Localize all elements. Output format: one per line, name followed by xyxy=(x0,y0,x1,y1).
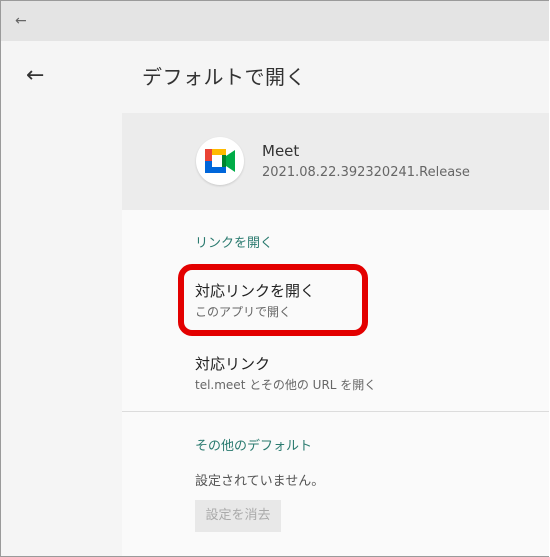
clear-defaults-button[interactable]: 設定を消去 xyxy=(195,500,281,532)
app-bar: ← デフォルトで開く xyxy=(1,41,549,113)
left-pane xyxy=(1,113,122,556)
app-name: Meet xyxy=(262,142,300,160)
supported-links-subtitle: tel.meet とその他の URL を開く xyxy=(195,378,377,392)
settings-content: リンクを開く 対応リンクを開く このアプリで開く 対応リンク tel.meet … xyxy=(122,210,549,556)
page-title: デフォルトで開く xyxy=(142,65,306,89)
section-header-other-defaults: その他のデフォルト xyxy=(195,439,313,454)
divider xyxy=(122,411,549,412)
google-meet-icon xyxy=(196,137,244,185)
app-header-card: Meet 2021.08.22.392320241.Release xyxy=(122,113,549,210)
highlight-annotation xyxy=(178,264,368,336)
section-header-open-links: リンクを開く xyxy=(195,236,274,251)
back-arrow-icon[interactable]: ← xyxy=(26,63,44,89)
arrow-left-icon[interactable]: ← xyxy=(15,12,27,30)
app-version: 2021.08.22.392320241.Release xyxy=(262,165,470,180)
defaults-status-text: 設定されていません。 xyxy=(195,474,325,489)
system-top-bar: ← xyxy=(1,1,549,41)
window: ← ← デフォルトで開く Meet 2021.08.22.392320241.R… xyxy=(0,0,549,557)
supported-links-title: 対応リンク xyxy=(195,355,271,373)
